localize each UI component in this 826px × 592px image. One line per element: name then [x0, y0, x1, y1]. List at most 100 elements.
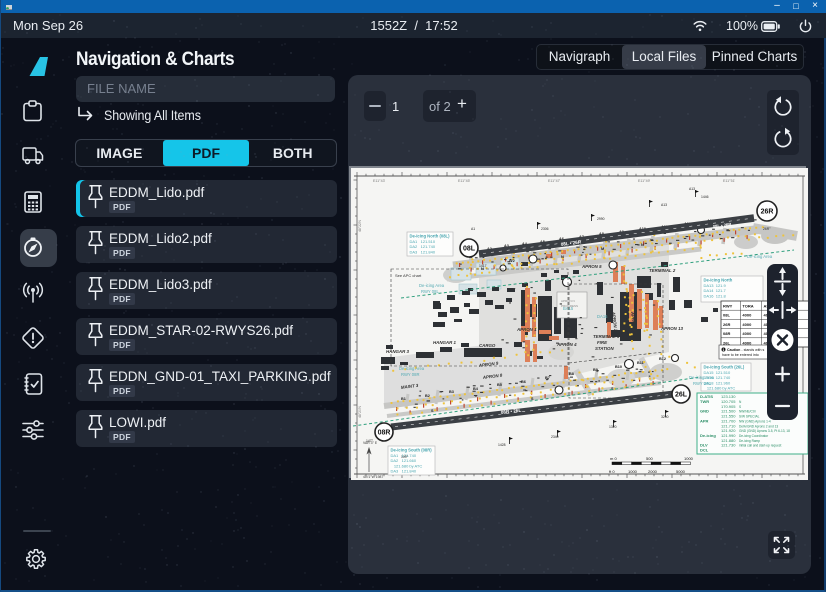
svg-text:have to be entered into: have to be entered into [722, 353, 759, 357]
svg-text:DA16 121.8: DA16 121.8 [704, 293, 727, 298]
svg-text:A13: A13 [661, 203, 667, 207]
svg-text:DCL: DCL [700, 448, 709, 453]
svg-text:GND (GND) Aprons 3-5, Pt 6-13,: GND (GND) Aprons 3-5, Pt 6-13, 18 [739, 429, 790, 433]
svg-text:B7: B7 [545, 376, 550, 380]
svg-text:DA3 121.840: DA3 121.840 [391, 469, 417, 474]
svg-text:1: 1 [723, 348, 725, 352]
svg-text:B8: B8 [569, 372, 574, 376]
svg-text:2306: 2306 [541, 227, 549, 231]
svg-text:B9: B9 [593, 368, 598, 372]
svg-text:STATION: STATION [595, 346, 614, 351]
svg-text:109°: 109° [401, 455, 409, 459]
svg-text:1000: 1000 [628, 469, 638, 474]
svg-text:N: N [561, 255, 564, 259]
svg-text:E11°51': E11°51' [723, 179, 736, 183]
svg-text:4000: 4000 [742, 340, 752, 345]
svg-text:GND: GND [700, 409, 709, 414]
svg-text:E11°49': E11°49' [638, 179, 651, 183]
svg-text:RWY 26L: RWY 26L [693, 381, 711, 386]
svg-text:08R: 08R [723, 331, 730, 336]
svg-text:RWY 08R: RWY 08R [401, 372, 419, 377]
svg-text:2000: 2000 [648, 469, 658, 474]
svg-text:BA15: BA15 [563, 306, 574, 311]
svg-text:CARGO: CARGO [479, 343, 496, 348]
svg-text:B10: B10 [615, 365, 622, 369]
svg-text:48°22'N: 48°22'N [358, 219, 362, 232]
svg-text:B6: B6 [521, 380, 526, 384]
svg-text:26R: 26R [761, 208, 774, 215]
svg-text:1446: 1446 [701, 195, 709, 199]
svg-text:48°20'N: 48°20'N [358, 405, 362, 418]
svg-text:B2: B2 [425, 394, 430, 398]
svg-text:TERMINAL 2: TERMINAL 2 [649, 268, 676, 273]
svg-text:E11°43': E11°43' [373, 179, 386, 183]
svg-text:N: N [641, 243, 644, 247]
svg-text:08L: 08L [723, 313, 730, 318]
svg-text:B12: B12 [659, 357, 666, 361]
svg-text:E11°45': E11°45' [458, 179, 471, 183]
svg-text:De-icing Area: De-icing Area [419, 283, 445, 288]
svg-text:40'/1°W 1987: 40'/1°W 1987 [363, 475, 383, 479]
svg-text:Deliv/GND Aprons 2 and 13: Deliv/GND Aprons 2 and 13 [739, 424, 778, 428]
svg-text:DA3 121.840: DA3 121.840 [410, 249, 436, 254]
svg-text:APRON 4: APRON 4 [556, 342, 577, 347]
svg-text:APRON 13: APRON 13 [660, 326, 684, 331]
svg-text:ft 0: ft 0 [609, 469, 615, 474]
svg-text:TWR: TWR [700, 399, 709, 404]
svg-text:500: 500 [646, 456, 653, 461]
svg-text:NW (GND) Aprons 1-4: NW (GND) Aprons 1-4 [739, 419, 771, 423]
svg-text:B11: B11 [637, 361, 644, 365]
svg-text:FIRE: FIRE [597, 340, 608, 345]
svg-text:HANGAR 3: HANGAR 3 [386, 349, 409, 354]
svg-text:DA16: DA16 [597, 314, 608, 319]
svg-text:APRON 1: APRON 1 [516, 327, 537, 332]
svg-text:De-icing: De-icing [700, 433, 716, 438]
svg-text:initial call and start-up requ: initial call and start-up request [739, 444, 781, 448]
svg-text:1320: 1320 [609, 425, 617, 429]
svg-text:S/W SPECIAL: S/W SPECIAL [739, 415, 760, 419]
svg-text:Caution - stands with s: Caution - stands with s [727, 348, 765, 352]
svg-text:TORA: TORA [742, 304, 753, 309]
svg-text:1428: 1428 [498, 443, 506, 447]
svg-text:De-icing North (08L): De-icing North (08L) [410, 234, 451, 239]
svg-text:08L: 08L [463, 245, 476, 252]
svg-text:De-icing Area: De-icing Area [689, 375, 715, 380]
svg-text:B1: B1 [401, 397, 406, 401]
svg-text:1417: 1417 [479, 264, 487, 268]
svg-text:5000: 5000 [676, 469, 686, 474]
svg-text:E11°47': E11°47' [548, 179, 561, 183]
svg-text:APRON 5: APRON 5 [581, 264, 602, 269]
svg-text:26R°: 26R° [763, 227, 771, 231]
svg-text:A1: A1 [471, 227, 475, 231]
svg-text:4000: 4000 [742, 322, 752, 327]
svg-text:HANGAR 1: HANGAR 1 [433, 340, 456, 345]
svg-text:NW/NE/Ctrl: NW/NE/Ctrl [739, 410, 756, 414]
svg-text:De-icing South (26L): De-icing South (26L) [704, 365, 745, 370]
svg-text:121.730: 121.730 [721, 443, 736, 448]
svg-text:08R: 08R [378, 429, 391, 436]
svg-text:De-icing Ramp: De-icing Ramp [739, 439, 760, 443]
svg-text:S: S [739, 405, 741, 409]
svg-text:APR: APR [700, 418, 709, 423]
svg-text:M: M [601, 247, 604, 251]
svg-text:4000: 4000 [742, 313, 752, 318]
svg-text:m 0: m 0 [610, 456, 617, 461]
svg-text:De-icing Area: De-icing Area [399, 366, 425, 371]
svg-text:De-icing South (08R): De-icing South (08R) [391, 448, 433, 453]
svg-text:W2: W2 [509, 259, 515, 263]
svg-text:See APC chart: See APC chart [395, 273, 422, 278]
svg-text:26L: 26L [723, 340, 730, 345]
svg-text:TERMINAL 1: TERMINAL 1 [593, 334, 620, 339]
svg-text:147°: 147° [366, 439, 374, 443]
svg-text:De-icing Coordinator: De-icing Coordinator [739, 434, 769, 438]
svg-text:De-icing Area: De-icing Area [747, 254, 773, 259]
svg-text:4000: 4000 [742, 331, 752, 336]
svg-text:26L: 26L [675, 391, 688, 398]
svg-text:3200: 3200 [661, 415, 669, 419]
svg-text:121.680 by ATC: 121.680 by ATC [704, 386, 736, 391]
svg-text:B3: B3 [449, 390, 454, 394]
svg-text:De-icing North: De-icing North [704, 278, 733, 283]
svg-text:B5: B5 [497, 383, 502, 387]
svg-text:A13: A13 [689, 187, 695, 191]
svg-text:RWY: RWY [723, 304, 733, 309]
